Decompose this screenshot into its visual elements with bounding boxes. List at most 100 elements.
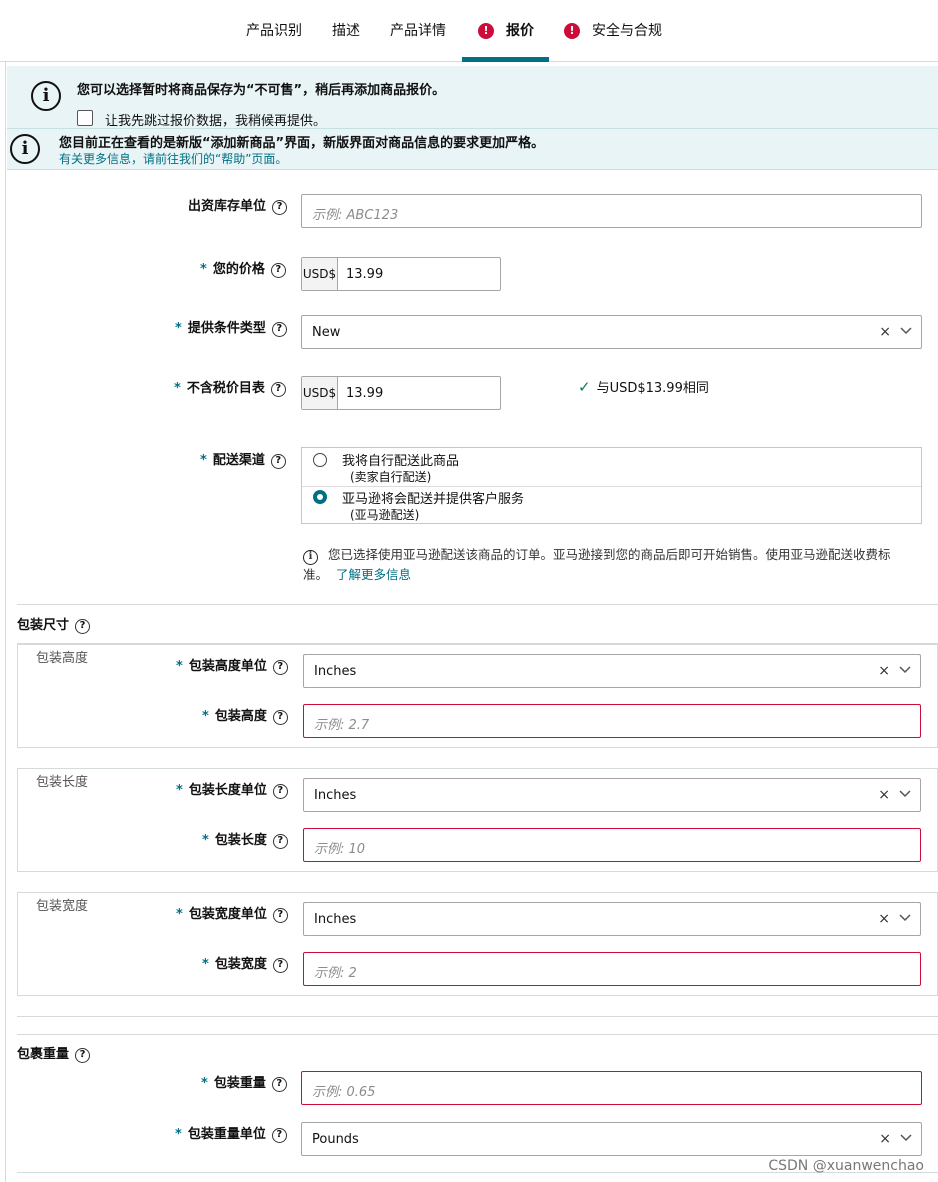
width-placeholder: 示例: 2 [314,966,357,981]
clear-icon[interactable]: × [878,787,890,803]
weight-placeholder: 示例: 0.65 [312,1085,376,1100]
currency-prefix: USD$ [302,258,338,290]
label-text: 包装宽度单位 [188,907,267,922]
tab-safety-compliance[interactable]: ! 安全与合规 [564,0,662,62]
clear-icon[interactable]: × [879,324,891,340]
tab-bar: 产品识别 描述 产品详情 ! 报价 ! 安全与合规 [0,0,938,62]
help-icon[interactable]: ? [270,454,286,469]
help-icon[interactable]: ? [75,1048,91,1063]
required-marker: * [175,1127,182,1142]
required-marker: * [174,381,181,396]
height-label: * 包装高度? [202,705,288,725]
clear-icon[interactable]: × [878,911,890,927]
help-icon[interactable]: ? [272,200,288,215]
fba-note: i 您已选择使用亚马逊配送该商品的订单。亚马逊接到您的商品后即可开始销售。使用亚… [303,545,928,585]
weight-label: * 包装重量? [201,1072,287,1092]
required-marker: * [202,957,209,972]
chevron-down-icon[interactable] [899,323,913,337]
help-icon[interactable]: ? [272,660,288,675]
fba-note-text: 您已选择使用亚马逊配送该商品的订单。亚马逊接到您的商品后即可开始销售。使用亚马逊… [327,547,891,562]
label-text: 您的价格 [212,262,265,277]
option-subtitle: (亚马逊配送) [350,508,420,522]
tab-label: 产品详情 [390,23,446,39]
label-text: 出资库存单位 [188,199,267,214]
fba-note-text-cont: 准。 [303,567,329,582]
label-text: 包装长度 [214,833,267,848]
length-label: * 包装长度? [202,829,288,849]
clear-icon[interactable]: × [878,663,890,679]
width-unit-select[interactable]: Inches × [303,902,921,936]
required-marker: * [200,262,207,277]
list-price-label: * 不含税价目表? [174,377,286,397]
chevron-down-icon[interactable] [898,662,912,676]
help-icon[interactable]: ? [270,382,286,397]
list-price-input[interactable]: USD$ 13.99 [301,376,501,410]
option-subtitle: (卖家自行配送) [350,470,432,484]
checkmark-icon: ✓ [578,378,591,396]
help-icon[interactable]: ? [272,710,288,725]
notice-text: 您可以选择暂时将商品保存为“不可售”，稍后再添加商品报价。 [77,83,446,98]
required-marker: * [201,1076,208,1091]
tab-product-identity[interactable]: 产品识别 [246,0,302,62]
radio-merchant-fulfilled[interactable] [313,453,327,467]
tab-offer[interactable]: ! 报价 [478,0,534,62]
tab-product-details[interactable]: 产品详情 [390,0,446,62]
skip-offer-checkbox[interactable] [77,110,93,126]
weight-unit-select[interactable]: Pounds × [301,1122,922,1156]
package-height-group: 包装高度 * 包装高度单位? Inches × * 包装高度? 示例: 2.7 [17,644,938,748]
unsellable-notice: i 您可以选择暂时将商品保存为“不可售”，稍后再添加商品报价。 让我先跳过报价数… [7,66,938,129]
help-icon[interactable]: ? [272,784,288,799]
required-marker: * [202,833,209,848]
new-ui-notice: i 您目前正在查看的是新版“添加新商品”界面，新版界面对商品信息的要求更加严格。… [7,128,938,170]
option-title: 我将自行配送此商品 [342,454,460,469]
label-text: 配送渠道 [212,453,265,468]
condition-value: New [312,325,341,340]
weight-input[interactable]: 示例: 0.65 [301,1071,922,1105]
required-marker: * [175,321,182,336]
package-width-group: 包装宽度 * 包装宽度单位? Inches × * 包装宽度? 示例: 2 [17,892,938,996]
help-icon[interactable]: ? [272,834,288,849]
height-input[interactable]: 示例: 2.7 [303,704,921,738]
label-text: 包装重量 [213,1076,266,1091]
help-icon[interactable]: ? [271,1077,287,1092]
length-unit-select[interactable]: Inches × [303,778,921,812]
length-input[interactable]: 示例: 10 [303,828,921,862]
skip-offer-label: 让我先跳过报价数据，我稍候再提供。 [105,114,327,129]
width-input[interactable]: 示例: 2 [303,952,921,986]
width-label: * 包装宽度? [202,953,288,973]
active-tab-indicator [462,57,549,62]
learn-more-link[interactable]: 了解更多信息 [336,567,411,582]
chevron-down-icon[interactable] [898,910,912,924]
sku-input[interactable]: 示例: ABC123 [301,194,922,228]
package-weight-title: 包裹重量? [17,1043,91,1063]
help-icon[interactable]: ? [271,1128,287,1143]
section-title-text: 包装尺寸 [17,618,70,633]
chevron-down-icon[interactable] [898,786,912,800]
help-icon[interactable]: ? [75,619,91,634]
price-input[interactable]: USD$ 13.99 [301,257,501,291]
label-text: 包装宽度 [214,957,267,972]
price-label: * 您的价格? [200,258,286,278]
height-unit-label: * 包装高度单位? [176,655,288,675]
section-title-text: 包裹重量 [17,1047,70,1062]
divider [17,1016,938,1017]
label-text: 提供条件类型 [187,321,266,336]
info-icon: i [31,81,61,111]
condition-select[interactable]: New × [301,315,922,349]
help-icon[interactable]: ? [272,908,288,923]
help-icon[interactable]: ? [272,958,288,973]
radio-amazon-fulfilled[interactable] [313,490,327,504]
help-page-link[interactable]: 有关更多信息，请前往我们的“帮助”页面。 [59,150,287,167]
help-icon[interactable]: ? [271,322,287,337]
package-length-group: 包装长度 * 包装长度单位? Inches × * 包装长度? 示例: 10 [17,768,938,872]
info-icon: i [10,134,40,164]
list-price-value: 13.99 [346,386,384,401]
help-icon[interactable]: ? [270,263,286,278]
error-icon: ! [564,23,580,39]
chevron-down-icon[interactable] [899,1130,913,1144]
package-dimensions-title: 包装尺寸? [17,614,91,634]
height-unit-select[interactable]: Inches × [303,654,921,688]
tab-description[interactable]: 描述 [332,0,360,62]
clear-icon[interactable]: × [879,1131,891,1147]
condition-label: * 提供条件类型? [175,317,287,337]
